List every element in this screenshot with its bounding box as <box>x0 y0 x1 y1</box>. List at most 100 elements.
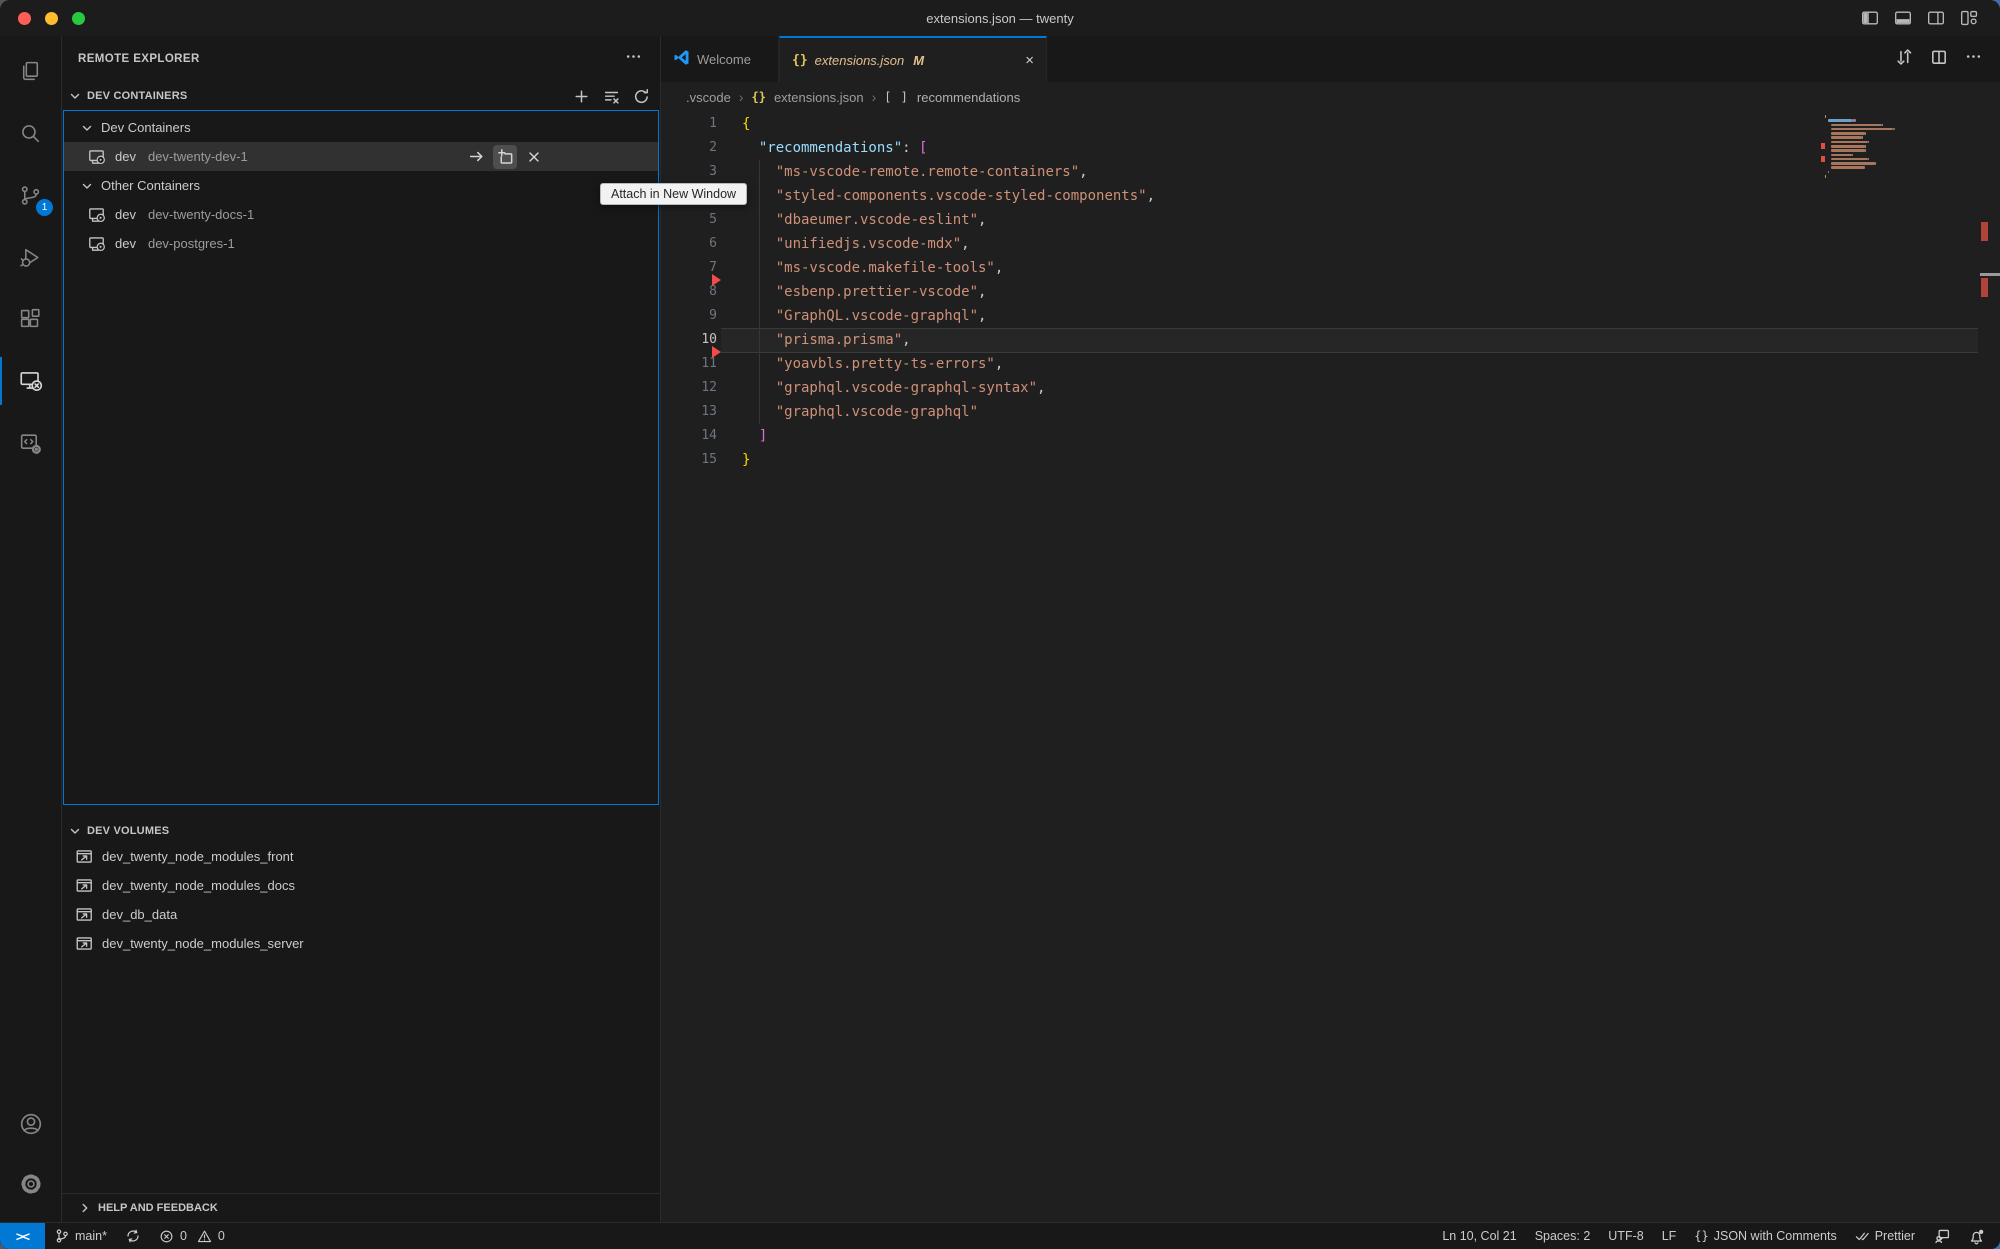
git-deleted-marker[interactable] <box>712 274 721 286</box>
activity-bar-item-run-and-debug[interactable] <box>0 226 61 288</box>
code-line-13[interactable]: 13 "graphql.vscode-graphql" <box>661 400 2000 424</box>
breadcrumb-file[interactable]: extensions.json <box>774 90 864 105</box>
check-icon <box>1855 1229 1870 1244</box>
minimap-deleted-marker <box>1821 143 1825 149</box>
code-line-4[interactable]: 4 "styled-components.vscode-styled-compo… <box>661 184 2000 208</box>
status-item-indentation[interactable]: Spaces: 2 <box>1526 1223 1600 1249</box>
section-header-dev-volumes[interactable]: DEV VOLUMES <box>62 818 660 844</box>
chevron-down-icon <box>80 121 94 135</box>
activity-bar-item-source-control[interactable]: 1 <box>0 164 61 226</box>
minimap-deleted-marker <box>1821 156 1825 162</box>
attach-in-current-window-icon[interactable] <box>464 145 488 169</box>
more-actions-icon[interactable] <box>625 48 642 70</box>
window-title: extensions.json — twenty <box>0 11 2000 26</box>
activity-bar-item-explorer[interactable] <box>0 40 61 102</box>
tab-extensions-json[interactable]: {} extensions.json M × <box>779 36 1047 82</box>
stop-container-icon[interactable] <box>522 145 546 169</box>
code-line-6[interactable]: 6 "unifiedjs.vscode-mdx", <box>661 232 2000 256</box>
line-number: 15 <box>661 448 717 472</box>
close-tab-icon[interactable]: × <box>1025 52 1034 69</box>
activity-bar-item-search[interactable] <box>0 102 61 164</box>
tab-bar: Welcome {} extensions.json M × <box>661 36 2000 82</box>
status-item-sync[interactable] <box>116 1223 150 1249</box>
breadcrumb-separator: › <box>872 89 877 105</box>
chevron-right-icon <box>78 1201 92 1215</box>
code-editor[interactable]: 1{2 "recommendations": [3 "ms-vscode-rem… <box>661 112 2000 1222</box>
status-item-formatter[interactable]: Prettier <box>1846 1223 1924 1249</box>
breadcrumb-folder[interactable]: .vscode <box>686 90 731 105</box>
split-editor-icon[interactable] <box>1930 48 1948 71</box>
toggle-panel-icon[interactable] <box>1894 9 1912 27</box>
breadcrumb: .vscode › {} extensions.json › [ ] recom… <box>661 82 2000 112</box>
container-row-dev-twenty-dev-1[interactable]: devdev-twenty-dev-1 <box>64 142 658 171</box>
container-row-dev-twenty-docs-1[interactable]: devdev-twenty-docs-1 <box>64 200 658 229</box>
section-header-help-and-feedback[interactable]: HELP AND FEEDBACK <box>62 1193 660 1222</box>
new-dev-container-icon[interactable] <box>573 88 590 105</box>
activity-bar-item-remote-explorer[interactable] <box>0 350 61 412</box>
activity-bar-item-accounts[interactable] <box>0 1094 61 1154</box>
code-line-5[interactable]: 5 "dbaeumer.vscode-eslint", <box>661 208 2000 232</box>
section-header-dev-containers[interactable]: DEV CONTAINERS <box>62 82 660 110</box>
symbol-object-icon: {} <box>751 90 765 104</box>
code-line-11[interactable]: 11 "yoavbls.pretty-ts-errors", <box>661 352 2000 376</box>
toggle-secondary-sidebar-icon[interactable] <box>1927 9 1945 27</box>
minimap[interactable] <box>1825 115 1903 179</box>
code-line-14[interactable]: 14 ] <box>661 424 2000 448</box>
symbol-array-icon: [ ] <box>884 90 909 104</box>
clean-up-dev-containers-icon[interactable] <box>603 88 620 105</box>
code-line-9[interactable]: 9 "GraphQL.vscode-graphql", <box>661 304 2000 328</box>
line-number: 13 <box>661 400 717 424</box>
ruler-deleted-mark <box>1981 222 1988 241</box>
line-number: 14 <box>661 424 717 448</box>
code-line-8[interactable]: 8 "esbenp.prettier-vscode", <box>661 280 2000 304</box>
status-item-notifications[interactable] <box>1959 1223 1994 1249</box>
breadcrumb-symbol[interactable]: recommendations <box>917 90 1020 105</box>
remote-indicator[interactable]: >< <box>0 1223 45 1249</box>
activity-bar-item-extensions[interactable] <box>0 288 61 350</box>
attach-in-new-window-icon[interactable] <box>493 145 517 169</box>
code-line-2[interactable]: 2 "recommendations": [ <box>661 136 2000 160</box>
code-line-12[interactable]: 12 "graphql.vscode-graphql-syntax", <box>661 376 2000 400</box>
customize-layout-icon[interactable] <box>1960 9 1978 27</box>
code-line-1[interactable]: 1{ <box>661 112 2000 136</box>
dev-volumes-list: dev_twenty_node_modules_frontdev_twenty_… <box>62 842 660 958</box>
status-item-language-mode[interactable]: {}JSON with Comments <box>1685 1223 1845 1249</box>
code-line-3[interactable]: 3 "ms-vscode-remote.remote-containers", <box>661 160 2000 184</box>
git-deleted-marker[interactable] <box>712 346 721 358</box>
volume-icon <box>75 876 94 895</box>
warnings-icon <box>197 1229 212 1244</box>
line-number: 7 <box>661 256 717 280</box>
chevron-down-icon <box>80 179 94 193</box>
activity-bar-item-manage[interactable] <box>0 1154 61 1214</box>
tab-welcome[interactable]: Welcome <box>661 36 779 82</box>
container-row-dev-postgres-1[interactable]: devdev-postgres-1 <box>64 229 658 258</box>
status-item-cursor-position[interactable]: Ln 10, Col 21 <box>1433 1223 1525 1249</box>
vscode-logo-icon <box>673 49 690 69</box>
overview-ruler[interactable] <box>1980 112 2000 1222</box>
volume-row-dev_twenty_node_modules_front[interactable]: dev_twenty_node_modules_front <box>62 842 660 871</box>
status-item-problems[interactable]: 00 <box>150 1223 234 1249</box>
volume-row-dev_db_data[interactable]: dev_db_data <box>62 900 660 929</box>
tooltip-attach-in-new-window: Attach in New Window <box>600 183 747 205</box>
code-line-15[interactable]: 15} <box>661 448 2000 472</box>
status-item-eol[interactable]: LF <box>1653 1223 1686 1249</box>
source-control-badge: 1 <box>36 199 53 216</box>
tree-group-dev-containers[interactable]: Dev Containers <box>64 113 658 142</box>
code-line-10[interactable]: 10 "prisma.prisma", <box>661 328 2000 352</box>
status-item-branch[interactable]: main* <box>45 1223 116 1249</box>
dev-containers-actions <box>573 88 650 105</box>
volume-row-dev_twenty_node_modules_docs[interactable]: dev_twenty_node_modules_docs <box>62 871 660 900</box>
more-actions-icon[interactable] <box>1965 48 1982 70</box>
refresh-icon[interactable] <box>633 88 650 105</box>
open-changes-icon[interactable] <box>1895 48 1913 71</box>
branch-icon <box>54 1228 70 1244</box>
dev-container-icon <box>87 147 106 166</box>
activity-bar-item-dev-containers[interactable] <box>0 412 61 474</box>
status-item-feedback[interactable] <box>1924 1223 1959 1249</box>
tree-group-other-containers[interactable]: Other Containers <box>64 171 658 200</box>
volume-row-dev_twenty_node_modules_server[interactable]: dev_twenty_node_modules_server <box>62 929 660 958</box>
status-item-encoding[interactable]: UTF-8 <box>1599 1223 1652 1249</box>
toggle-primary-sidebar-icon[interactable] <box>1861 9 1879 27</box>
errors-icon <box>159 1229 174 1244</box>
code-line-7[interactable]: 7 "ms-vscode.makefile-tools", <box>661 256 2000 280</box>
